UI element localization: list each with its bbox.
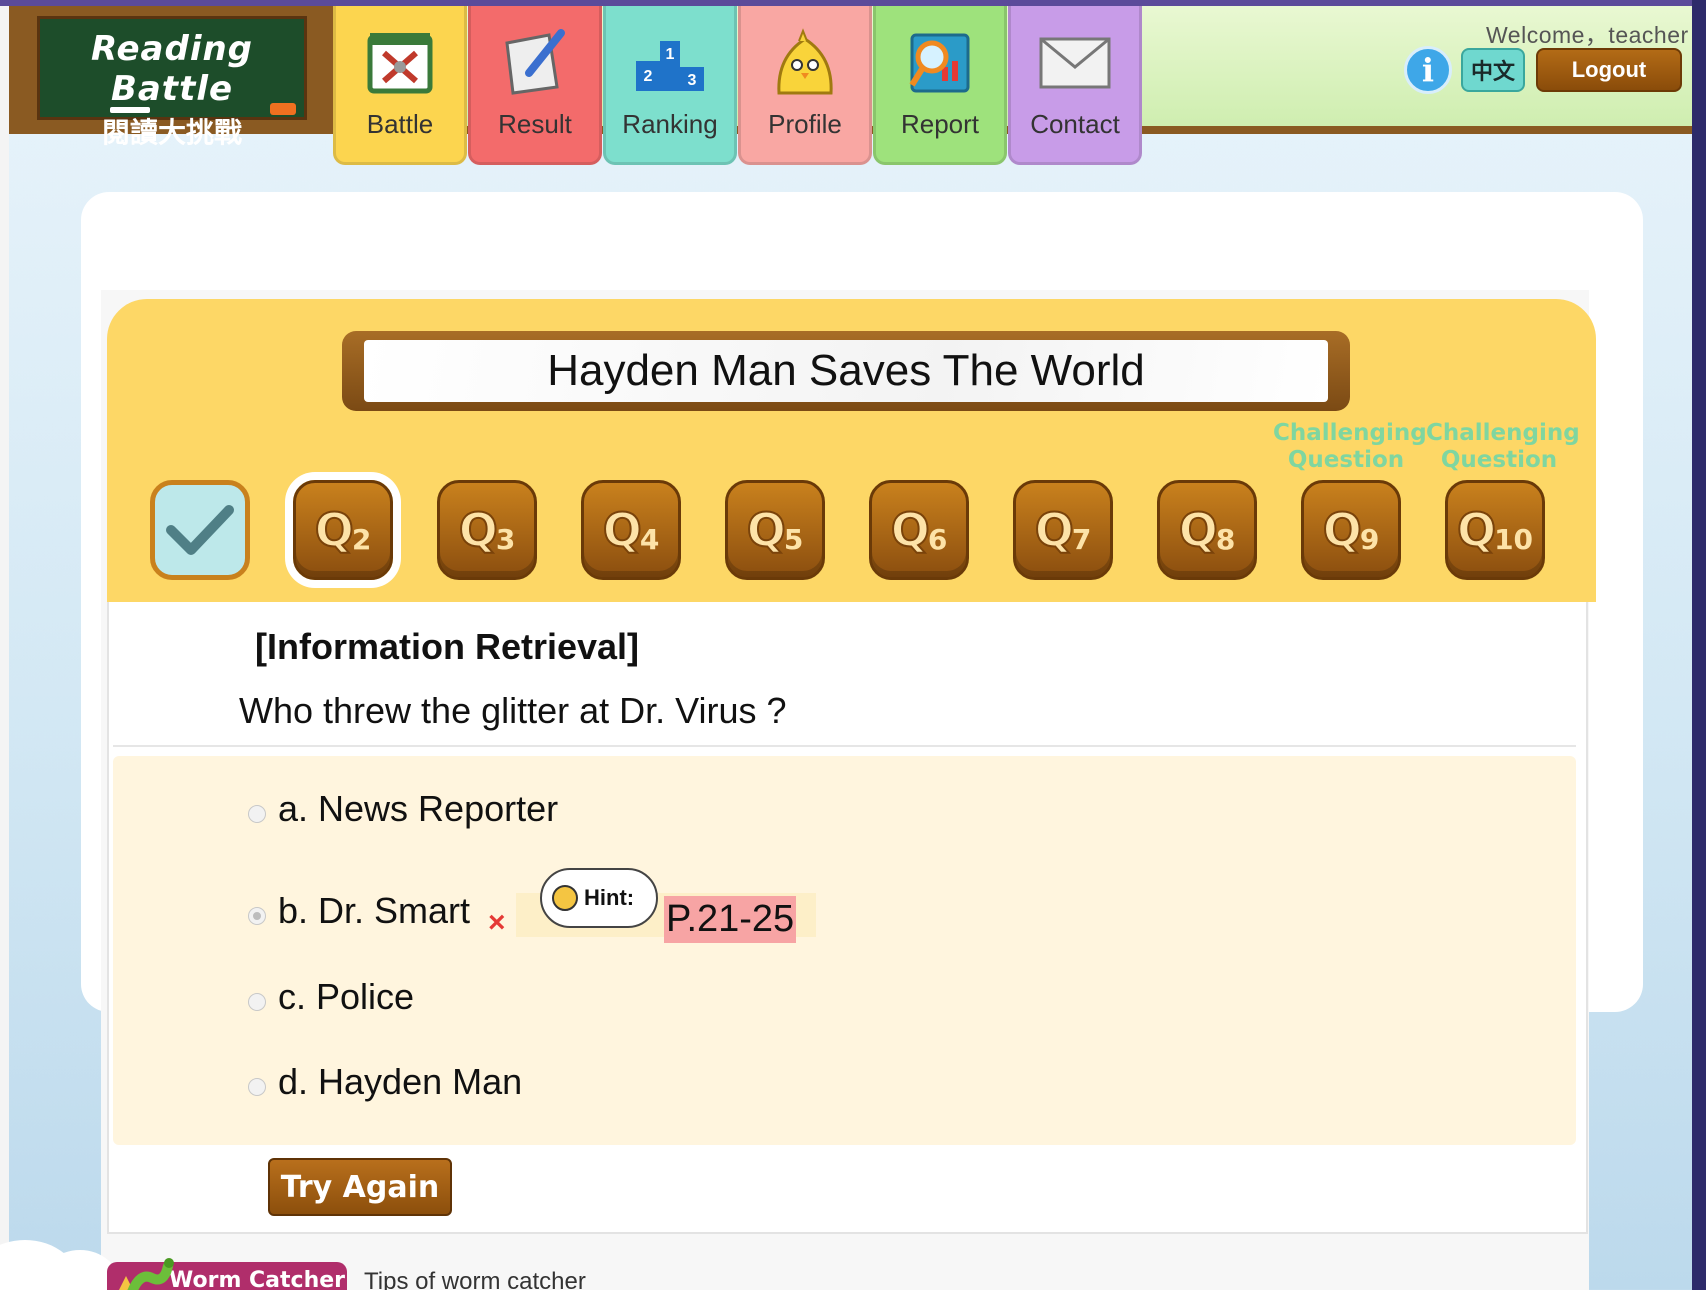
try-again-button[interactable]: Try Again bbox=[268, 1158, 452, 1216]
q-number: 4 bbox=[639, 522, 660, 556]
battle-icon bbox=[360, 23, 440, 103]
nav-tab-label: Result bbox=[498, 109, 572, 139]
logo-subtitle: 閱讀大挑戰 bbox=[101, 116, 242, 149]
result-icon bbox=[495, 23, 575, 103]
challenging-question-label-q10: Challenging Question bbox=[1426, 420, 1580, 474]
radio-button[interactable] bbox=[248, 1078, 266, 1096]
q-letter: Q bbox=[746, 502, 787, 558]
window-right-edge bbox=[1692, 0, 1706, 1290]
q-letter: Q bbox=[1456, 502, 1497, 558]
chalk-icon bbox=[110, 107, 150, 113]
report-icon bbox=[900, 23, 980, 103]
ranking-icon: 12 3 bbox=[630, 23, 710, 103]
challenge-label-line1: Challenging bbox=[1273, 420, 1427, 446]
wrong-answer-icon: × bbox=[488, 906, 506, 939]
q-letter: Q bbox=[458, 502, 499, 558]
worm-icon bbox=[119, 1258, 174, 1290]
nav-tab-report[interactable]: Report bbox=[873, 6, 1007, 165]
hint-pages: P.21-25 bbox=[664, 896, 797, 943]
question-10-button[interactable]: Q 10 bbox=[1445, 480, 1545, 580]
hint-bubble: Hint: bbox=[540, 868, 658, 928]
question-8-button[interactable]: Q8 bbox=[1157, 480, 1257, 580]
q-letter: Q bbox=[314, 502, 355, 558]
q-letter: Q bbox=[602, 502, 643, 558]
logo[interactable]: Reading Battle 閱讀大挑戰 bbox=[9, 6, 335, 149]
checkmark-icon bbox=[166, 505, 234, 555]
nav-tab-label: Ranking bbox=[622, 109, 718, 139]
option-b[interactable]: b. Dr. Smart bbox=[248, 890, 470, 932]
info-button[interactable]: i bbox=[1404, 46, 1452, 94]
nav-tab-result[interactable]: Result bbox=[468, 6, 602, 165]
main-nav: Battle Result 12 3 Ranking Profile Report… bbox=[333, 6, 1143, 165]
option-label: d. Hayden Man bbox=[278, 1061, 523, 1102]
question-3-button[interactable]: Q3 bbox=[437, 480, 537, 580]
welcome-text: Welcome，teacher bbox=[1486, 22, 1689, 48]
nav-tab-label: Contact bbox=[1030, 109, 1120, 139]
question-category: [Information Retrieval] bbox=[255, 626, 640, 667]
q-number: 6 bbox=[927, 522, 948, 556]
language-button[interactable]: 中文 bbox=[1461, 48, 1525, 92]
nav-tab-battle[interactable]: Battle bbox=[333, 6, 467, 165]
question-5-button[interactable]: Q5 bbox=[725, 480, 825, 580]
question-7-button[interactable]: Q7 bbox=[1013, 480, 1113, 580]
logo-chalkboard: Reading Battle 閱讀大挑戰 bbox=[37, 16, 307, 149]
challenge-label-line2: Question bbox=[1440, 447, 1558, 473]
option-a[interactable]: a. News Reporter bbox=[248, 788, 558, 830]
logout-button[interactable]: Logout bbox=[1536, 48, 1682, 92]
q-number: 5 bbox=[783, 522, 804, 556]
book-title-frame: Hayden Man Saves The World bbox=[342, 331, 1350, 411]
q-number: 8 bbox=[1215, 522, 1236, 556]
nav-tab-profile[interactable]: Profile bbox=[738, 6, 872, 165]
radio-button-selected[interactable] bbox=[248, 907, 266, 925]
radio-button[interactable] bbox=[248, 993, 266, 1011]
question-text: Who threw the glitter at Dr. Virus ? bbox=[239, 690, 787, 731]
question-9-button[interactable]: Q9 bbox=[1301, 480, 1401, 580]
svg-text:1: 1 bbox=[666, 46, 675, 63]
nav-tab-label: Profile bbox=[768, 109, 842, 139]
challenging-question-label-q9: Challenging Question bbox=[1273, 420, 1427, 474]
svg-text:3: 3 bbox=[688, 72, 697, 89]
q-letter: Q bbox=[1322, 502, 1363, 558]
question-6-button[interactable]: Q6 bbox=[869, 480, 969, 580]
nav-tab-contact[interactable]: Contact bbox=[1008, 6, 1142, 165]
contact-icon bbox=[1035, 23, 1115, 103]
divider bbox=[113, 745, 1576, 747]
question-1-done[interactable] bbox=[150, 480, 250, 580]
eraser-icon bbox=[270, 103, 296, 115]
worm-catcher-tips[interactable]: Tips of worm catcher bbox=[364, 1268, 586, 1290]
lightbulb-icon bbox=[552, 885, 578, 911]
q-number: 3 bbox=[495, 522, 516, 556]
option-label: c. Police bbox=[278, 976, 415, 1017]
nav-tab-label: Battle bbox=[366, 109, 434, 139]
option-label: a. News Reporter bbox=[278, 788, 559, 829]
q-letter: Q bbox=[1178, 502, 1219, 558]
option-d[interactable]: d. Hayden Man bbox=[248, 1061, 522, 1103]
q-number: 7 bbox=[1071, 522, 1092, 556]
q-number: 10 bbox=[1494, 522, 1534, 556]
option-label: b. Dr. Smart bbox=[278, 890, 471, 931]
nav-tab-ranking[interactable]: 12 3 Ranking bbox=[603, 6, 737, 165]
profile-icon bbox=[765, 23, 845, 103]
challenge-label-line1: Challenging bbox=[1426, 420, 1580, 446]
question-2-button[interactable]: Q2 bbox=[293, 480, 393, 580]
challenge-label-line2: Question bbox=[1287, 447, 1405, 473]
window-left-edge bbox=[0, 0, 9, 1290]
question-4-button[interactable]: Q4 bbox=[581, 480, 681, 580]
q-letter: Q bbox=[890, 502, 931, 558]
hint-label: Hint: bbox=[584, 885, 635, 910]
radio-button[interactable] bbox=[248, 805, 266, 823]
logo-title: Reading Battle bbox=[90, 29, 254, 109]
q-number: 2 bbox=[351, 522, 372, 556]
book-title: Hayden Man Saves The World bbox=[364, 340, 1328, 402]
option-c[interactable]: c. Police bbox=[248, 976, 414, 1018]
q-number: 9 bbox=[1359, 522, 1380, 556]
q-letter: Q bbox=[1034, 502, 1075, 558]
nav-tab-label: Report bbox=[900, 109, 980, 139]
svg-text:2: 2 bbox=[644, 68, 653, 85]
